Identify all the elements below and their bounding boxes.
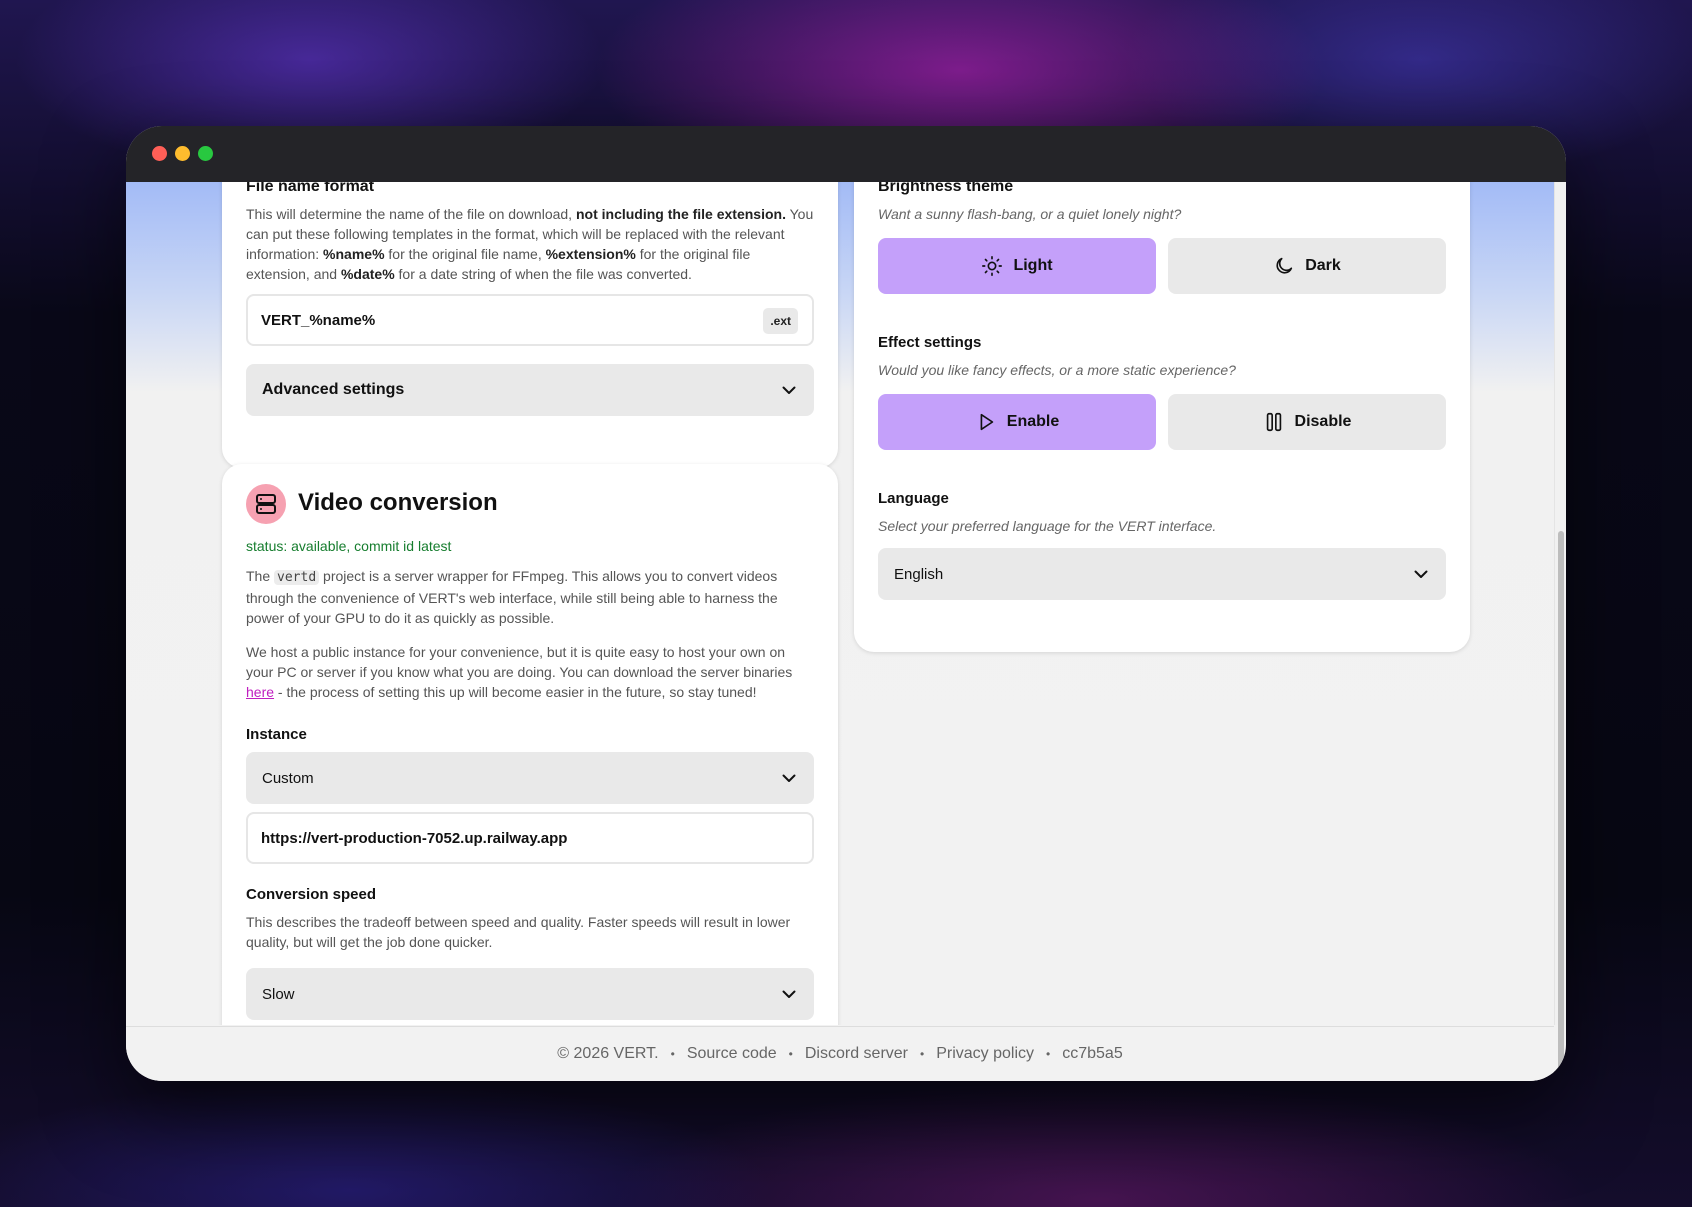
light-theme-label: Light	[1013, 257, 1053, 274]
advanced-settings-label: Advanced settings	[262, 381, 405, 398]
scrollbar-thumb[interactable]	[1558, 531, 1564, 1081]
brightness-theme-heading: Brightness theme	[878, 182, 1014, 195]
dark-theme-label: Dark	[1305, 257, 1341, 274]
instance-selected: Custom	[262, 769, 314, 787]
footer-separator: •	[920, 1047, 925, 1061]
instance-url-value: https://vert-production-7052.up.railway.…	[261, 829, 568, 847]
file-name-format-card: File name format This will determine the…	[222, 182, 838, 468]
language-description: Select your preferred language for the V…	[878, 518, 1217, 534]
sun-icon	[982, 256, 1003, 276]
instance-url-input[interactable]: https://vert-production-7052.up.railway.…	[246, 812, 814, 864]
footer-separator: •	[670, 1047, 675, 1061]
video-conversion-card: Video conversion status: available, comm…	[222, 464, 838, 1025]
server-binaries-link[interactable]: here	[246, 684, 274, 700]
status-text: status: available, commit id latest	[246, 538, 452, 554]
settings-page: File name format This will determine the…	[126, 182, 1554, 1025]
extension-badge: .ext	[763, 308, 798, 334]
file-name-format-heading: File name format	[246, 182, 375, 195]
privacy-policy-link[interactable]: Privacy policy	[936, 1045, 1034, 1063]
discord-server-link[interactable]: Discord server	[805, 1045, 908, 1063]
language-heading: Language	[878, 490, 949, 507]
conversion-speed-dropdown[interactable]: Slow	[246, 968, 814, 1020]
chevron-down-icon	[1414, 570, 1428, 578]
instance-label: Instance	[246, 726, 307, 743]
hosting-description: We host a public instance for your conve…	[246, 644, 793, 700]
language-selected: English	[894, 565, 944, 583]
enable-effects-button[interactable]: Enable	[878, 394, 1156, 450]
server-icon	[246, 484, 286, 524]
pause-icon	[1266, 412, 1281, 432]
disable-effects-button[interactable]: Disable	[1168, 394, 1446, 450]
appearance-card: Brightness theme Want a sunny flash-bang…	[854, 182, 1470, 652]
footer-separator: •	[1046, 1047, 1051, 1061]
light-theme-button[interactable]: Light	[878, 238, 1156, 294]
copyright-text: © 2026 VERT.	[557, 1045, 659, 1062]
effect-settings-heading: Effect settings	[878, 334, 982, 351]
file-name-format-value: VERT_%name%	[261, 311, 376, 329]
footer-separator: •	[788, 1047, 793, 1061]
video-conversion-title: Video conversion	[298, 489, 498, 516]
brightness-theme-description: Want a sunny flash-bang, or a quiet lone…	[878, 206, 1182, 222]
file-name-format-description: This will determine the name of the file…	[246, 206, 814, 282]
language-dropdown[interactable]: English	[878, 548, 1446, 600]
instance-dropdown[interactable]: Custom	[246, 752, 814, 804]
conversion-speed-description: This describes the tradeoff between spee…	[246, 914, 791, 950]
window-titlebar	[126, 126, 1566, 182]
play-icon	[980, 413, 994, 431]
conversion-speed-selected: Slow	[262, 985, 295, 1003]
chevron-down-icon	[782, 774, 796, 782]
minimize-window-button[interactable]	[175, 146, 190, 161]
close-window-button[interactable]	[152, 146, 167, 161]
conversion-speed-label: Conversion speed	[246, 886, 377, 903]
browser-window: File name format This will determine the…	[126, 126, 1566, 1081]
dark-theme-button[interactable]: Dark	[1168, 238, 1446, 294]
disable-effects-label: Disable	[1294, 413, 1352, 430]
maximize-window-button[interactable]	[198, 146, 213, 161]
page-scrollbar[interactable]	[1554, 182, 1566, 1081]
enable-effects-label: Enable	[1006, 413, 1060, 430]
chevron-down-icon	[782, 990, 796, 998]
file-name-format-input[interactable]: VERT_%name% .ext	[246, 294, 814, 346]
commit-hash-link[interactable]: cc7b5a5	[1062, 1045, 1123, 1063]
vertd-code: vertd	[274, 570, 320, 585]
source-code-link[interactable]: Source code	[687, 1045, 777, 1063]
page-footer: © 2026 VERT. • Source code • Discord ser…	[126, 1026, 1554, 1081]
vertd-description: The vertd project is a server wrapper fo…	[246, 568, 778, 626]
effect-settings-description: Would you like fancy effects, or a more …	[878, 362, 1236, 378]
chevron-down-icon	[782, 386, 796, 394]
moon-icon	[1276, 257, 1293, 274]
advanced-settings-dropdown[interactable]: Advanced settings	[246, 364, 814, 416]
